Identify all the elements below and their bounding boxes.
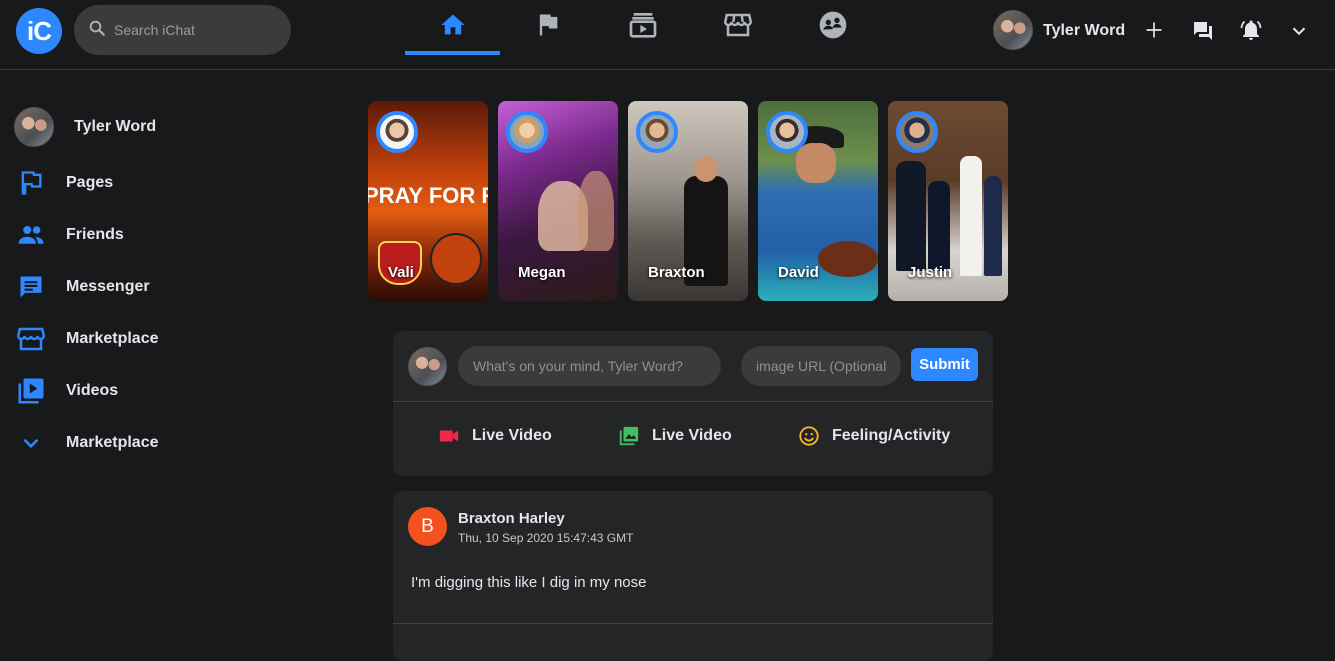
- tab-home[interactable]: [405, 0, 500, 55]
- video-library-icon: [14, 374, 48, 408]
- story-figure: [578, 171, 614, 251]
- chat-icon: [14, 270, 48, 304]
- feed-post: B Braxton Harley Thu, 10 Sep 2020 15:47:…: [393, 491, 993, 661]
- search-input[interactable]: [112, 21, 286, 39]
- story-name: Megan: [518, 264, 566, 281]
- chevron-down-icon: [1288, 27, 1310, 46]
- forum-icon: [1191, 22, 1215, 47]
- search-bar[interactable]: [74, 5, 291, 55]
- people-icon: [14, 218, 48, 252]
- photo-library-icon: [618, 425, 640, 447]
- story-avatar: [896, 111, 938, 153]
- storefront-icon: [14, 322, 48, 356]
- sidebar-item-marketplace[interactable]: Marketplace: [14, 319, 159, 359]
- action-label: Feeling/Activity: [832, 427, 951, 444]
- post-body-text: I'm digging this like I dig in my nose: [411, 574, 647, 591]
- story-figure: [928, 181, 950, 271]
- story-card[interactable]: Megan: [498, 101, 618, 301]
- groups-icon: [817, 9, 849, 46]
- pages-flag-icon: [14, 166, 48, 200]
- account-menu-button[interactable]: [1288, 20, 1310, 47]
- story-figure-head: [694, 156, 718, 182]
- story-overlay-text: PRAY FOR REDDING,CA: [368, 183, 488, 208]
- submit-button[interactable]: Submit: [911, 348, 978, 381]
- sidebar-profile[interactable]: Tyler Word: [14, 107, 156, 147]
- sidebar-item-videos[interactable]: Videos: [14, 371, 118, 411]
- app-logo[interactable]: iC: [16, 8, 62, 54]
- status-input[interactable]: [458, 346, 721, 386]
- sidebar-item-label: Friends: [66, 226, 124, 243]
- post-composer: Submit Live Video Live Video Feeling/Act…: [393, 331, 993, 476]
- create-button[interactable]: [1144, 20, 1164, 45]
- story-name: David: [778, 264, 819, 281]
- sidebar-item-pages[interactable]: Pages: [14, 163, 113, 203]
- chevron-down-icon: [14, 426, 48, 460]
- plus-icon: [1144, 22, 1164, 44]
- tab-groups[interactable]: [785, 0, 880, 55]
- story-figure: [984, 176, 1002, 276]
- composer-divider: [393, 401, 993, 402]
- story-figure: [896, 161, 926, 271]
- tab-watch[interactable]: [595, 0, 690, 55]
- sidebar-profile-name: Tyler Word: [74, 118, 157, 135]
- story-avatar: [766, 111, 808, 153]
- action-label: Live Video: [652, 427, 732, 444]
- subscriptions-icon: [627, 9, 659, 46]
- story-food-plate: [818, 241, 878, 277]
- sidebar-item-label: Messenger: [66, 278, 150, 295]
- messages-button[interactable]: [1191, 19, 1215, 48]
- story-card[interactable]: Justin: [888, 101, 1008, 301]
- avatar-letter: B: [421, 515, 434, 537]
- flag-icon: [534, 11, 562, 44]
- top-header: iC Tyler Word: [0, 0, 1335, 70]
- sidebar-item-messenger[interactable]: Messenger: [14, 267, 150, 307]
- post-timestamp: Thu, 10 Sep 2020 15:47:43 GMT: [458, 531, 634, 545]
- redding-fire-badge: [430, 233, 482, 285]
- bell-ring-icon: [1239, 20, 1263, 46]
- story-card[interactable]: David: [758, 101, 878, 301]
- post-author-avatar[interactable]: B: [408, 507, 447, 546]
- home-icon: [438, 11, 468, 44]
- header-avatar[interactable]: [993, 10, 1033, 50]
- story-card[interactable]: PRAY FOR REDDING,CA Vali: [368, 101, 488, 301]
- image-url-input[interactable]: [741, 346, 901, 386]
- composer-avatar: [408, 347, 447, 386]
- photo-video-button[interactable]: Live Video: [618, 425, 732, 447]
- story-name: Justin: [908, 264, 953, 281]
- smiley-icon: [798, 425, 820, 447]
- sidebar-item-label: Pages: [66, 174, 114, 191]
- sidebar-item-friends[interactable]: Friends: [14, 215, 124, 255]
- sidebar-item-label: Marketplace: [66, 434, 159, 451]
- story-figure-head: [796, 143, 836, 183]
- logo-text: iC: [27, 15, 52, 46]
- story-avatar: [376, 111, 418, 153]
- story-name: Braxton: [648, 264, 705, 281]
- story-avatar: [506, 111, 548, 153]
- story-card[interactable]: Braxton: [628, 101, 748, 301]
- action-label: Live Video: [472, 427, 552, 444]
- search-icon: [88, 19, 106, 42]
- post-author-name[interactable]: Braxton Harley: [458, 510, 565, 527]
- feeling-activity-button[interactable]: Feeling/Activity: [798, 425, 950, 447]
- live-video-button[interactable]: Live Video: [438, 425, 552, 447]
- story-avatar: [636, 111, 678, 153]
- sidebar-avatar: [14, 107, 54, 147]
- tab-pages[interactable]: [500, 0, 595, 55]
- story-name: Vali: [388, 264, 414, 281]
- sidebar-item-label: Videos: [66, 382, 119, 399]
- videocam-icon: [438, 425, 460, 447]
- tab-marketplace[interactable]: [690, 0, 785, 55]
- notifications-button[interactable]: [1239, 18, 1263, 47]
- sidebar-item-see-more[interactable]: Marketplace: [14, 423, 159, 463]
- storefront-icon: [723, 10, 753, 45]
- sidebar-item-label: Marketplace: [66, 330, 159, 347]
- story-figure: [960, 156, 982, 276]
- header-user-name[interactable]: Tyler Word: [1043, 22, 1125, 40]
- post-divider: [393, 623, 993, 624]
